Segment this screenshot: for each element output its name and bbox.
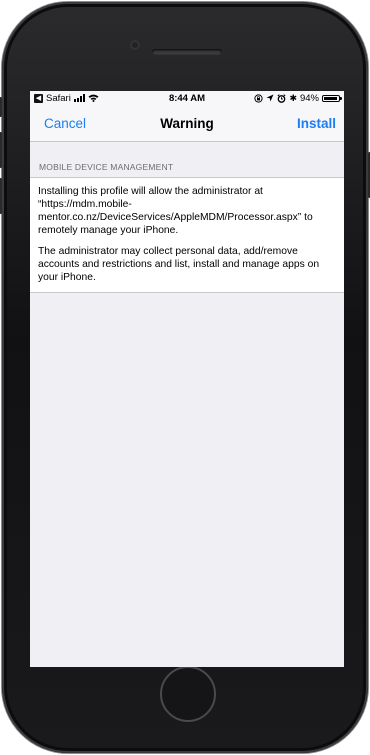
warning-card: Installing this profile will allow the a… [30,177,344,293]
home-button[interactable] [160,666,216,722]
section-header: MOBILE DEVICE MANAGEMENT [39,162,174,172]
warning-paragraph-1: Installing this profile will allow the a… [38,186,313,236]
screen: ◀ Safari 8:44 AM ✱ 94% Cancel Warning In… [30,91,344,667]
earpiece-speaker [152,49,222,55]
iphone-frame: ◀ Safari 8:44 AM ✱ 94% Cancel Warning In… [0,2,370,753]
cancel-button[interactable]: Cancel [44,116,86,131]
status-bar: ◀ Safari 8:44 AM ✱ 94% [30,91,344,105]
mute-switch [0,97,2,117]
status-time: 8:44 AM [168,92,206,104]
navigation-bar: Cancel Warning Install [30,105,344,142]
volume-up-button [0,132,2,168]
battery-icon [322,94,342,102]
warning-paragraph-2: The administrator may collect personal d… [38,246,320,283]
front-camera [130,40,140,50]
install-button[interactable]: Install [297,116,336,131]
volume-down-button [0,178,2,214]
